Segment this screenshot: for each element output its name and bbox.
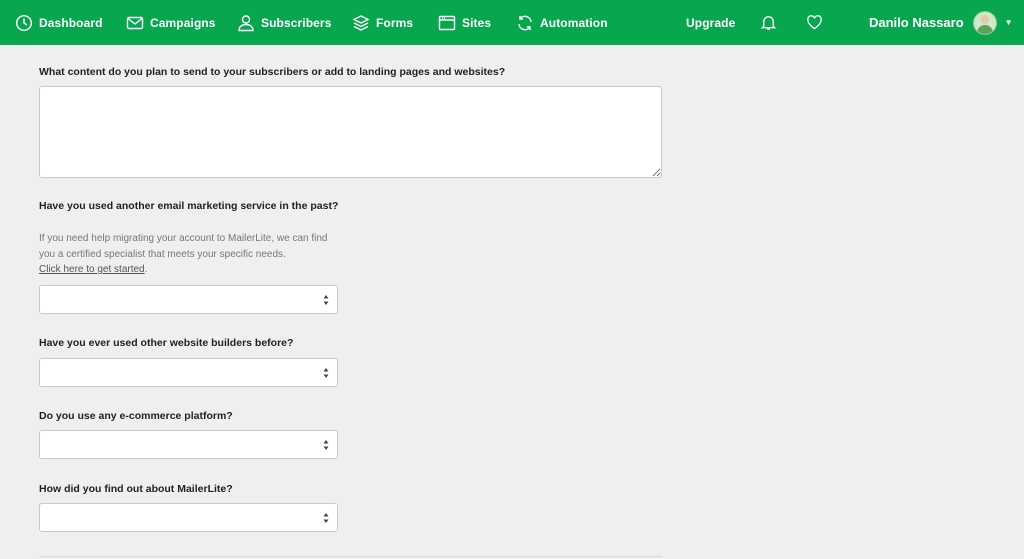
email-service-question-label: Have you used another email marketing se…	[39, 200, 339, 212]
refresh-icon	[518, 15, 532, 30]
nav-item-label: Subscribers	[261, 15, 332, 30]
migration-help-text: If you need help migrating your account …	[39, 233, 328, 275]
layers-icon	[352, 14, 370, 31]
favorites-button[interactable]	[806, 14, 823, 31]
user-name: Danilo Nassaro	[869, 15, 964, 30]
content-plan-textarea[interactable]	[39, 86, 662, 178]
migration-help-description: If you need help migrating your account …	[39, 233, 328, 260]
nav-item-dashboard[interactable]: Dashboard	[15, 0, 103, 45]
nav-item-sites[interactable]: Sites	[438, 0, 491, 45]
user-menu[interactable]: Danilo Nassaro ▼	[869, 0, 1013, 45]
nav-item-label: Campaigns	[150, 15, 216, 30]
source-select[interactable]	[39, 503, 338, 532]
nav-item-automation[interactable]: Automation	[516, 0, 608, 45]
select-arrows-icon	[323, 368, 329, 378]
user-icon	[238, 14, 254, 31]
envelope-icon	[126, 16, 144, 29]
nav-item-label: Automation	[540, 15, 608, 30]
nav-item-campaigns[interactable]: Campaigns	[126, 0, 216, 45]
nav-item-label: Forms	[376, 15, 414, 30]
select-arrows-icon	[323, 440, 329, 450]
avatar	[972, 10, 997, 35]
website-builders-question-label: Have you ever used other website builder…	[39, 337, 294, 349]
nav-item-label: Dashboard	[39, 15, 103, 30]
browser-window-icon	[438, 15, 456, 30]
content-question-label: What content do you plan to send to your…	[39, 66, 506, 78]
dashboard-icon	[15, 14, 33, 31]
form-divider	[39, 556, 662, 557]
heart-icon	[807, 15, 822, 30]
nav-item-subscribers[interactable]: Subscribers	[237, 0, 331, 45]
nav-item-forms[interactable]: Forms	[352, 0, 413, 45]
upgrade-link[interactable]: Upgrade	[686, 0, 735, 45]
email-service-select[interactable]	[39, 285, 338, 314]
select-arrows-icon	[323, 513, 329, 523]
chevron-down-icon: ▼	[1004, 18, 1013, 27]
bell-icon	[760, 16, 777, 30]
nav-item-label: Sites	[462, 15, 492, 30]
source-question-label: How did you find out about MailerLite?	[39, 483, 233, 495]
get-started-link[interactable]: Click here to get started	[39, 264, 145, 275]
select-arrows-icon	[323, 295, 329, 305]
ecommerce-question-label: Do you use any e-commerce platform?	[39, 410, 233, 422]
website-builders-select[interactable]	[39, 358, 338, 387]
notifications-button[interactable]	[760, 14, 777, 31]
top-navigation-bar: Dashboard Campaigns Subscribers Forms Si…	[0, 0, 1024, 45]
ecommerce-select[interactable]	[39, 430, 338, 459]
